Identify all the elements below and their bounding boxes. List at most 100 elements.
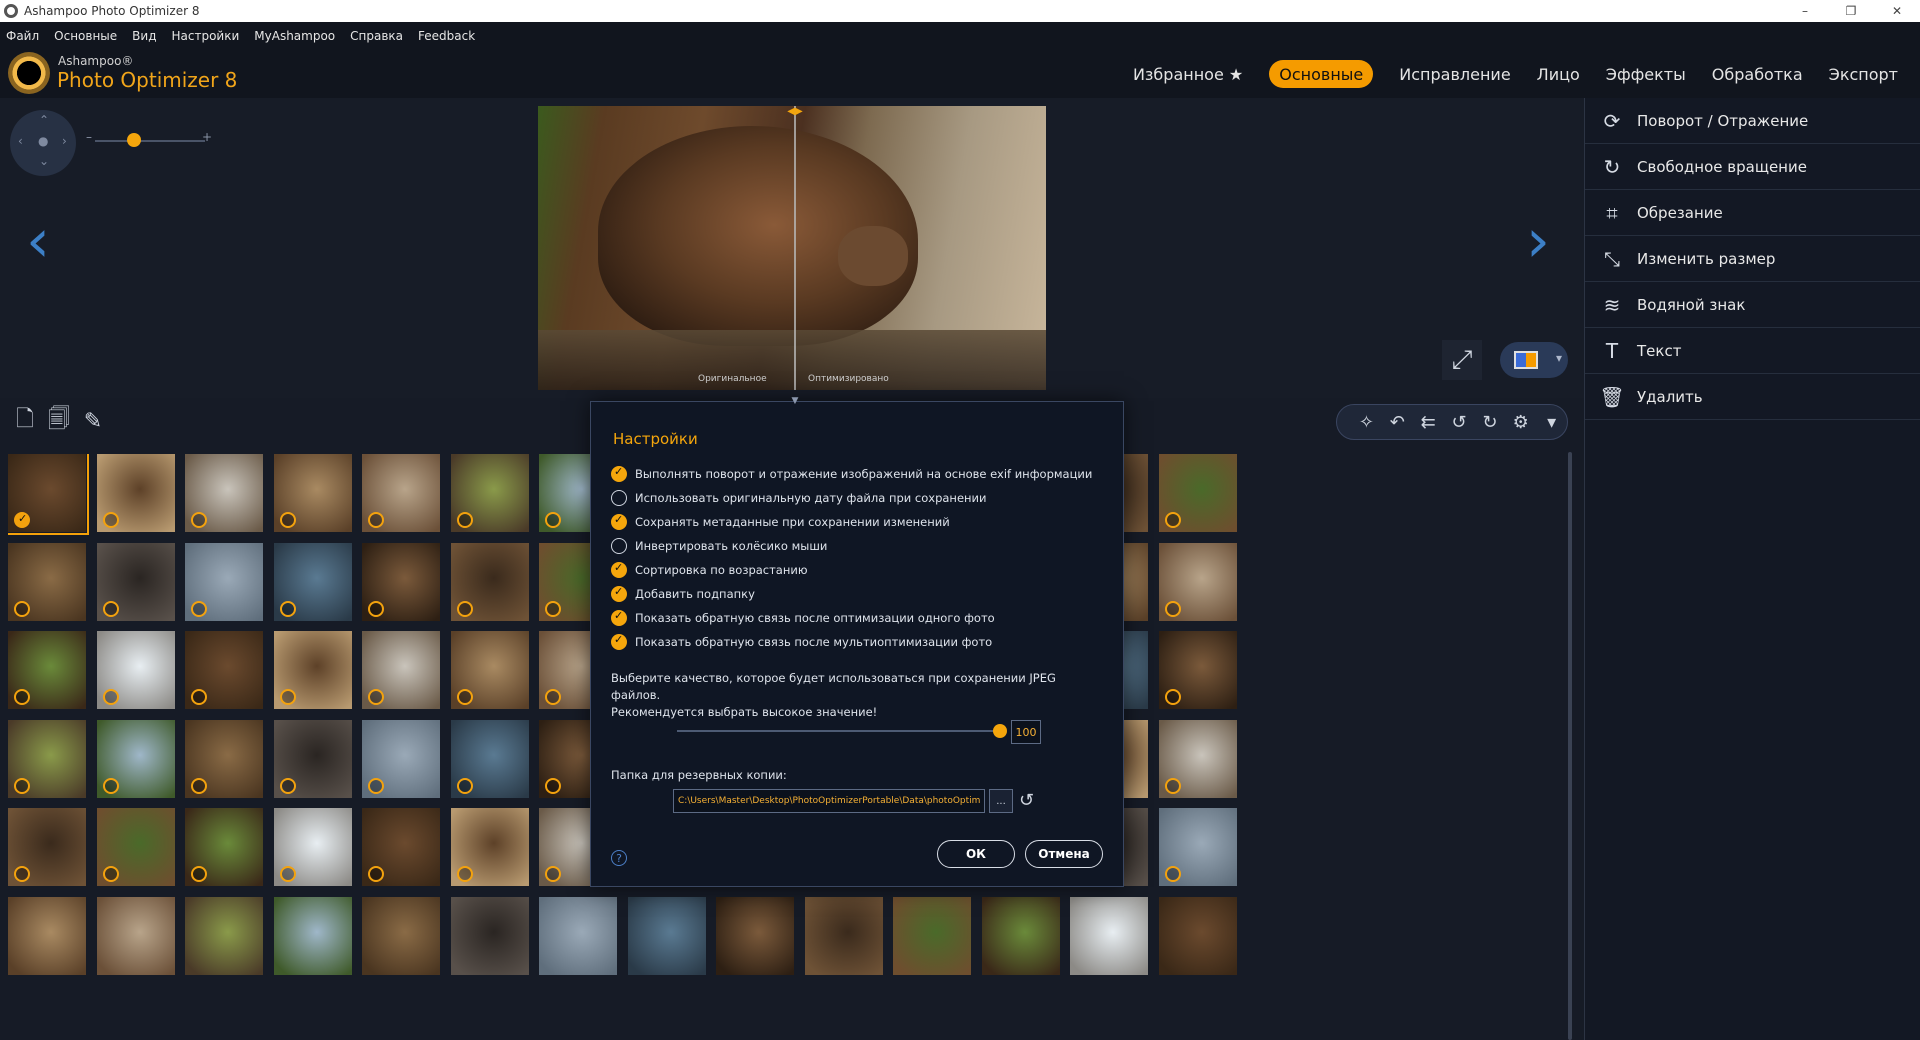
thumbnail-item[interactable] [273, 631, 352, 709]
thumbnail-select-checkbox[interactable] [368, 777, 384, 794]
thumbnail-select-checkbox[interactable] [102, 689, 119, 705]
thumbnail-item[interactable] [450, 808, 529, 886]
rotate-left-icon[interactable]: ↺ [1444, 412, 1475, 433]
thumbnail-select-checkbox[interactable] [191, 512, 207, 528]
tool-rotate-flip[interactable]: ⟳ Поворот / Отражение [1585, 98, 1920, 144]
thumbnail-item[interactable] [185, 719, 263, 798]
option-sort-ascending[interactable]: Сортировка по возрастанию [611, 558, 1092, 582]
browse-button[interactable]: ... [989, 789, 1013, 813]
chevron-down-icon[interactable]: ▾ [1536, 412, 1567, 433]
thumbnail-select-checkbox[interactable] [102, 600, 119, 617]
thumbnail-select-checkbox[interactable] [14, 689, 30, 705]
thumbnail-select-checkbox[interactable] [279, 689, 296, 705]
thumbnail-item[interactable] [185, 454, 263, 532]
tool-watermark[interactable]: ≋ Водяной знак [1585, 282, 1920, 328]
thumbnail-item[interactable] [8, 896, 86, 975]
option-feedback-single[interactable]: Показать обратную связь после оптимизаци… [611, 606, 1092, 630]
thumbnail-select-checkbox[interactable] [279, 777, 296, 794]
thumbnail-item[interactable] [185, 631, 263, 709]
option-keep-metadata[interactable]: Сохранять метаданные при сохранении изме… [611, 510, 1092, 534]
option-invert-wheel[interactable]: Инвертировать колёсико мыши [611, 534, 1092, 558]
thumbnail-select-checkbox[interactable] [1164, 866, 1181, 882]
thumbnail-select-checkbox[interactable] [14, 866, 30, 882]
quality-slider[interactable] [677, 730, 1001, 732]
thumbnail-item[interactable] [96, 454, 175, 532]
thumbnail-select-checkbox[interactable] [102, 777, 119, 794]
add-file-icon[interactable]: 🗋 [8, 406, 42, 436]
thumbnail-item[interactable] [1158, 454, 1237, 532]
add-folder-icon[interactable]: 🗐 [42, 406, 76, 436]
thumbnail-select-checkbox[interactable] [456, 777, 473, 794]
thumbnail-item[interactable] [450, 454, 529, 532]
thumbnail-item[interactable] [8, 719, 86, 798]
thumbnail-select-checkbox[interactable] [279, 866, 296, 882]
thumbnail-item[interactable] [96, 631, 175, 709]
menu-basic[interactable]: Основные [54, 29, 117, 43]
thumbnail-select-checkbox[interactable] [456, 600, 473, 617]
tool-crop[interactable]: ⌗ Обрезание [1585, 190, 1920, 236]
option-checkbox[interactable] [611, 490, 627, 506]
tab-face[interactable]: Лицо [1537, 60, 1580, 88]
undo-icon[interactable]: ↶ [1382, 412, 1413, 433]
thumbnail-select-checkbox[interactable] [279, 512, 296, 528]
thumbnail-select-checkbox[interactable] [191, 600, 207, 617]
maximize-button[interactable]: ❐ [1828, 0, 1874, 22]
reset-path-icon[interactable]: ↺ [1019, 790, 1034, 811]
menu-file[interactable]: Файл [6, 29, 39, 43]
thumbnail-item[interactable] [1158, 631, 1237, 709]
thumbnail-select-checkbox[interactable] [545, 512, 561, 528]
option-checkbox[interactable] [611, 609, 627, 626]
thumbnail-item[interactable] [716, 896, 794, 975]
thumbnail-select-checkbox[interactable] [14, 512, 30, 528]
thumbnail-item[interactable] [1158, 719, 1237, 798]
menu-settings[interactable]: Настройки [172, 29, 240, 43]
cancel-button[interactable]: Отмена [1025, 840, 1103, 868]
thumbnail-select-checkbox[interactable] [368, 689, 384, 705]
tab-effects[interactable]: Эффекты [1606, 60, 1686, 88]
thumbnail-select-checkbox[interactable] [102, 866, 119, 882]
thumbnail-item[interactable] [8, 631, 86, 709]
thumbnail-item[interactable] [362, 631, 440, 709]
thumbnail-select-checkbox[interactable] [191, 777, 207, 794]
thumbnail-item[interactable] [1158, 542, 1237, 621]
help-icon[interactable]: ? [611, 850, 627, 866]
thumbnail-select-checkbox[interactable] [456, 866, 473, 882]
previous-image-icon[interactable]: ‹ [26, 206, 50, 276]
zoom-minus-icon[interactable]: – [86, 130, 92, 144]
tab-correction[interactable]: Исправление [1399, 60, 1510, 88]
zoom-plus-icon[interactable]: + [202, 130, 212, 144]
thumbnail-item[interactable] [8, 808, 86, 886]
thumbnail-select-checkbox[interactable] [368, 866, 384, 882]
thumbnail-item[interactable] [273, 454, 352, 532]
thumbnail-select-checkbox[interactable] [545, 866, 561, 882]
ok-button[interactable]: ОК [937, 840, 1015, 868]
thumbnail-item[interactable] [273, 542, 352, 621]
quality-slider-handle[interactable] [993, 724, 1007, 738]
thumbnail-item[interactable] [273, 719, 352, 798]
thumbnail-select-checkbox[interactable] [1164, 600, 1181, 617]
menu-myashampoo[interactable]: MyAshampoo [254, 29, 335, 43]
thumbnail-select-checkbox[interactable] [545, 777, 561, 794]
thumbnail-item[interactable] [362, 542, 440, 621]
pan-navigator[interactable]: ⌃ ‹ ● › ⌄ [10, 110, 76, 176]
thumbnail-select-checkbox[interactable] [456, 689, 473, 705]
thumbnail-select-checkbox[interactable] [1164, 512, 1181, 528]
thumbnail-item[interactable] [1070, 896, 1148, 975]
thumbnail-select-checkbox[interactable] [545, 600, 561, 617]
tab-favorites[interactable]: Избранное ★ [1133, 60, 1243, 88]
thumbnail-scrollbar[interactable] [1568, 452, 1572, 1040]
thumbnail-select-checkbox[interactable] [545, 689, 561, 705]
thumbnail-item[interactable] [96, 542, 175, 621]
thumbnail-item[interactable] [185, 808, 263, 886]
undo-all-icon[interactable]: ⇇ [1413, 412, 1444, 433]
rotate-right-icon[interactable]: ↻ [1474, 412, 1505, 433]
thumbnail-item[interactable] [450, 542, 529, 621]
thumbnail-item[interactable] [185, 896, 263, 975]
tool-free-rotate[interactable]: ↻ Свободное вращение [1585, 144, 1920, 190]
thumbnail-item[interactable] [185, 542, 263, 621]
tab-basic[interactable]: Основные [1269, 60, 1374, 88]
menu-view[interactable]: Вид [132, 29, 156, 43]
option-checkbox[interactable] [611, 561, 627, 578]
thumbnail-select-checkbox[interactable] [102, 512, 119, 528]
option-original-date[interactable]: Использовать оригинальную дату файла при… [611, 486, 1092, 510]
